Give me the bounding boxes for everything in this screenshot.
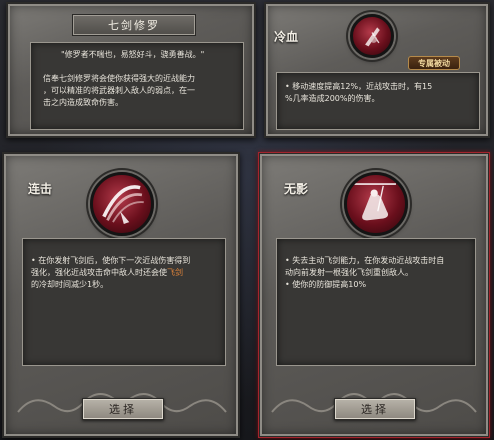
option-right-text-panel: • 失去主动飞剑能力，在你发动近战攻击时自 动向前发射一根强化飞剑重创敌人。 •… (276, 238, 476, 366)
bleeding-blade-icon (365, 27, 380, 47)
passive-label: 冷血 (274, 30, 299, 44)
exclusive-passive-tag: 专属被动 (408, 56, 460, 70)
origin-desc-line-3: 击之内造成致命伤害。 (43, 98, 123, 107)
passive-desc-line-2: %几率造成200%的伤害。 (285, 94, 380, 103)
passive-medal (350, 14, 394, 58)
option-left-desc-line-2: 强化，强化近战攻击命中敌人时还会使飞剑 (31, 267, 227, 279)
origin-card: 七剑修罗 "修罗者不喘也，易怒好斗，骁勇善战。" 信奉七剑修罗将会使你获得强大的… (6, 2, 256, 138)
origin-quote: "修罗者不喘也，易怒好斗，骁勇善战。" (61, 50, 205, 59)
option-right-desc-line-3: • 使你的防御提高10% (285, 280, 367, 289)
option-left-desc-line-1: • 在你发射飞剑后，使你下一次近战伤害得到 (31, 256, 191, 265)
option-left-medal (90, 172, 154, 236)
option-card-left[interactable]: 连击 • 在你发射飞剑后，使你下一次近战伤害得到 强化，强化近战攻击命中敌人时还… (2, 152, 240, 438)
option-right-medal (344, 172, 408, 236)
crouching-swordsman-icon (354, 183, 396, 221)
option-left-select-button[interactable]: 选择 (82, 398, 164, 420)
passive-text-panel: • 移动速度提高12%，近战攻击时，有15 %几率造成200%的伤害。 (276, 72, 480, 130)
passive-desc-line-1: • 移动速度提高12%，近战攻击时，有15 (285, 82, 433, 91)
option-left-desc-line-3: 的冷却时间减少1秒。 (31, 280, 109, 289)
option-right-select-button[interactable]: 选择 (334, 398, 416, 420)
origin-title-plaque: 七剑修罗 (72, 14, 196, 36)
slash-combo-icon (102, 185, 144, 224)
option-left-label: 连击 (28, 182, 53, 196)
option-right-desc-line-1: • 失去主动飞剑能力，在你发动近战攻击时自 (285, 256, 445, 265)
origin-text-panel: "修罗者不喘也，易怒好斗，骁勇善战。" 信奉七剑修罗将会使你获得强大的近战能力 … (30, 42, 244, 130)
option-left-text-panel: • 在你发射飞剑后，使你下一次近战伤害得到 强化，强化近战攻击命中敌人时还会使飞… (22, 238, 226, 366)
origin-desc-line-1: 信奉七剑修罗将会使你获得强大的近战能力 (43, 74, 195, 83)
option-right-desc-line-2: 动向前发射一根强化飞剑重创敌人。 (285, 268, 413, 277)
origin-title: 七剑修罗 (108, 19, 160, 32)
option-left-desc-line-2-text: 强化，强化近战攻击命中敌人时还会使 (31, 268, 167, 277)
option-card-right[interactable]: 无影 • 失去主动飞剑能力，在你发动近战攻击时自 动向前发射一根强化飞剑重创敌人… (258, 152, 490, 438)
option-right-label: 无影 (284, 182, 309, 196)
option-left-highlight: 飞剑 (167, 268, 183, 277)
origin-desc-line-2: ，可以精准的将武器刺入敌人的弱点，在一 (43, 86, 195, 95)
passive-card: 冷血 专属被动 • 移动速度提高12%，近战攻击时，有15 %几率造成200%的… (264, 2, 490, 138)
